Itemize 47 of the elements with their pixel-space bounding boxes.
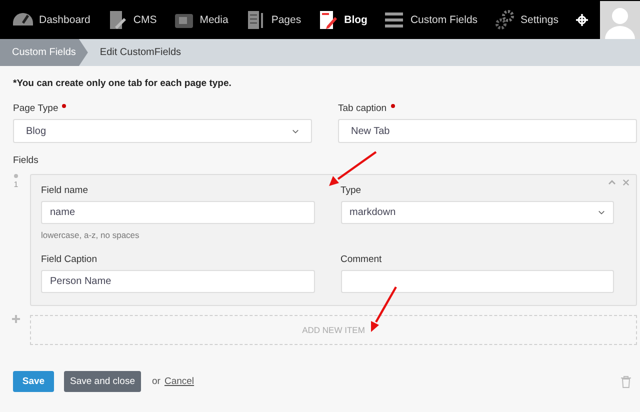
nav-item[interactable]: Blog bbox=[318, 10, 368, 30]
cancel-link[interactable]: Cancel bbox=[164, 376, 194, 387]
page-type-select[interactable]: Blog bbox=[13, 119, 312, 143]
field-label: Field Caption bbox=[41, 254, 98, 265]
field-label: Comment bbox=[340, 254, 383, 265]
collapse-icon[interactable] bbox=[608, 179, 616, 186]
required-dot bbox=[390, 104, 395, 108]
gauge-icon bbox=[13, 13, 33, 26]
nav-item[interactable]: CMS bbox=[107, 10, 157, 30]
nav-item[interactable]: Custom Fields bbox=[384, 10, 478, 30]
menu-icon bbox=[384, 10, 404, 30]
hint-text: lowercase, a-z, no spaces bbox=[41, 230, 140, 240]
nav-item[interactable]: Dashboard bbox=[13, 13, 90, 26]
arrow-drawing bbox=[329, 151, 377, 186]
or-text: or bbox=[152, 376, 160, 387]
chevron-down-icon bbox=[598, 210, 605, 215]
section-label: Fields bbox=[13, 155, 40, 166]
plus-icon[interactable] bbox=[12, 315, 20, 323]
note-text: *You can create only one tab for each page type. bbox=[13, 78, 232, 89]
drag-handle-icon[interactable] bbox=[14, 174, 18, 178]
field-label: Page Type bbox=[13, 103, 58, 114]
document-edit-icon bbox=[318, 10, 338, 30]
comment-input[interactable] bbox=[340, 270, 614, 293]
save-button[interactable]: Save bbox=[13, 371, 54, 392]
field-label: Type bbox=[340, 185, 362, 196]
field-name-input[interactable]: name bbox=[41, 201, 314, 224]
settings-icon bbox=[494, 10, 515, 30]
nav-item[interactable]: Pages bbox=[245, 10, 302, 30]
field-caption-input[interactable]: Person Name bbox=[41, 270, 314, 293]
close-icon[interactable] bbox=[622, 179, 630, 186]
breadcrumb-current: Edit CustomFields bbox=[98, 47, 182, 58]
chevron-down-icon bbox=[292, 128, 299, 134]
avatar-icon[interactable] bbox=[600, 0, 640, 38]
tab-caption-field[interactable]: New Tab bbox=[338, 119, 637, 143]
required-dot bbox=[62, 104, 66, 108]
crosshair-icon[interactable] bbox=[576, 14, 588, 26]
field-label: Tab caption bbox=[338, 103, 387, 114]
type-select[interactable]: markdown bbox=[340, 201, 614, 224]
save-and-close-button[interactable]: Save and close bbox=[64, 371, 141, 392]
nav-item[interactable]: Settings bbox=[494, 10, 558, 30]
item-number: 1 bbox=[14, 180, 18, 189]
document-icon bbox=[245, 10, 266, 30]
field-label: Field name bbox=[41, 185, 89, 196]
trash-icon[interactable] bbox=[621, 376, 631, 388]
nav-item[interactable]: Media bbox=[174, 10, 228, 30]
document-edit-icon bbox=[107, 10, 128, 30]
arrow-drawing bbox=[371, 286, 397, 332]
